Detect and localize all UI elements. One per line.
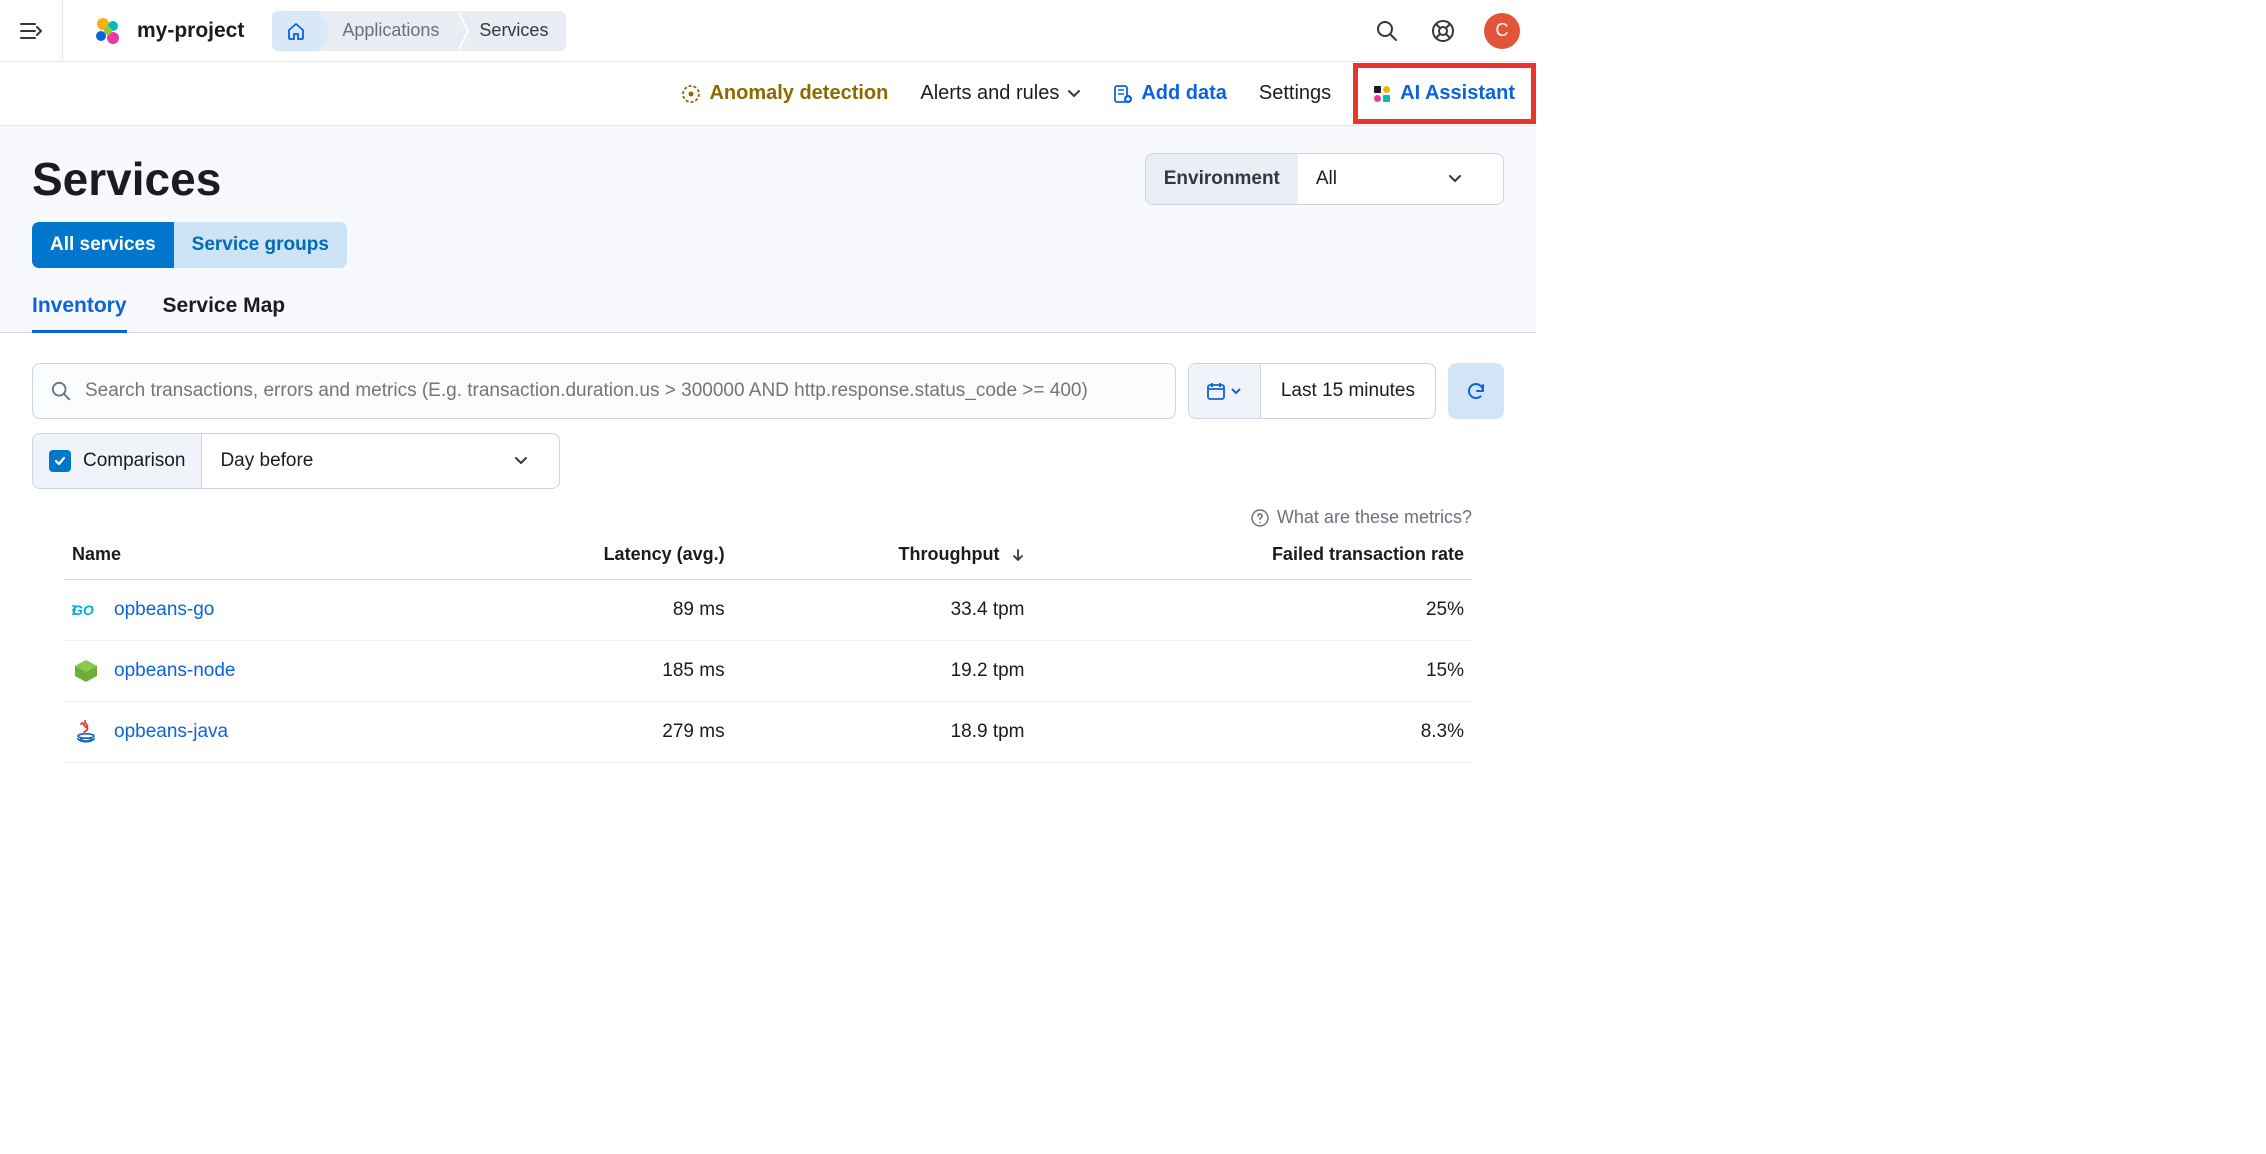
global-search-button[interactable] [1372,16,1402,46]
breadcrumb: Applications Services [272,11,566,51]
help-button[interactable] [1428,16,1458,46]
service-link[interactable]: opbeans-go [114,599,214,621]
question-icon [1251,509,1269,527]
breadcrumb-services[interactable]: Services [457,11,566,51]
home-icon [286,21,306,41]
tab-inventory[interactable]: Inventory [32,290,127,332]
search-input[interactable] [85,380,1157,402]
chevron-down-icon [513,453,529,469]
cell-throughput: 33.4 tpm [733,580,1033,641]
ai-assistant-icon [1372,84,1392,104]
comparison-toggle[interactable]: Comparison [33,434,202,488]
calendar-icon [1206,381,1226,401]
environment-label: Environment [1146,154,1298,204]
cell-fail-rate: 15% [1033,641,1473,702]
search-icon [51,381,71,401]
table-header-row: Name Latency (avg.) Throughput Failed tr… [64,528,1472,580]
page-toolbar: Anomaly detection Alerts and rules Add d… [0,62,1536,126]
elastic-logo-icon [93,16,123,46]
cell-latency: 185 ms [443,641,732,702]
date-range-picker[interactable]: Last 15 minutes [1188,363,1436,419]
tab-service-map[interactable]: Service Map [163,290,286,332]
service-lang-go-icon: GO [72,596,100,624]
service-link[interactable]: opbeans-java [114,721,228,743]
col-name[interactable]: Name [64,528,443,580]
date-range-value: Last 15 minutes [1261,364,1435,418]
checkbox-checked-icon [49,450,71,472]
project-name: my-project [137,19,244,43]
cell-latency: 89 ms [443,580,732,641]
ai-assistant-button[interactable]: AI Assistant [1366,82,1521,105]
anomaly-icon [681,84,701,104]
service-view-tabs: All services Service groups [0,222,1536,290]
search-icon [1376,20,1398,42]
menu-collapse-icon [20,22,42,40]
cell-fail-rate: 8.3% [1033,702,1473,763]
table-row: opbeans-java 279 ms18.9 tpm8.3% [64,702,1472,763]
sort-desc-icon [1011,548,1025,562]
user-avatar[interactable]: C [1484,13,1520,49]
breadcrumb-home[interactable] [272,11,320,51]
add-data-button[interactable]: Add data [1097,82,1243,105]
chevron-down-icon [1230,385,1242,397]
refresh-button[interactable] [1448,363,1504,419]
ai-assistant-highlight: AI Assistant [1353,63,1536,124]
col-latency[interactable]: Latency (avg.) [443,528,732,580]
environment-value: All [1298,168,1503,190]
table-row: opbeans-node 185 ms19.2 tpm15% [64,641,1472,702]
cell-throughput: 19.2 tpm [733,641,1033,702]
col-throughput[interactable]: Throughput [733,528,1033,580]
service-lang-node-icon [72,657,100,685]
chevron-down-icon [1447,171,1463,187]
cell-throughput: 18.9 tpm [733,702,1033,763]
environment-selector[interactable]: Environment All [1145,153,1504,205]
section-tabs: Inventory Service Map [0,290,1536,333]
lifebuoy-icon [1431,19,1455,43]
nav-toggle-button[interactable] [0,0,63,62]
comparison-select[interactable]: Day before [202,434,559,488]
table-row: GO opbeans-go 89 ms33.4 tpm25% [64,580,1472,641]
settings-button[interactable]: Settings [1243,82,1347,105]
main-content: Services Environment All All services Se… [0,126,1536,787]
date-quick-button[interactable] [1189,364,1261,418]
top-header: my-project Applications Services C [0,0,1536,62]
refresh-icon [1465,380,1487,402]
page-title: Services [32,152,221,206]
search-input-wrapper[interactable] [32,363,1176,419]
metrics-help-link[interactable]: What are these metrics? [32,489,1504,528]
tab-service-groups[interactable]: Service groups [174,222,347,268]
service-link[interactable]: opbeans-node [114,660,236,682]
project-selector[interactable]: my-project [63,16,262,46]
add-data-icon [1113,84,1133,104]
tab-all-services[interactable]: All services [32,222,174,268]
services-table: Name Latency (avg.) Throughput Failed tr… [32,528,1504,763]
breadcrumb-applications[interactable]: Applications [320,11,457,51]
comparison-control: Comparison Day before [32,433,560,489]
cell-fail-rate: 25% [1033,580,1473,641]
col-failed-rate[interactable]: Failed transaction rate [1033,528,1473,580]
service-lang-java-icon [72,718,100,746]
alerts-rules-button[interactable]: Alerts and rules [904,82,1097,105]
chevron-down-icon [1067,87,1081,101]
cell-latency: 279 ms [443,702,732,763]
anomaly-detection-button[interactable]: Anomaly detection [665,82,904,105]
